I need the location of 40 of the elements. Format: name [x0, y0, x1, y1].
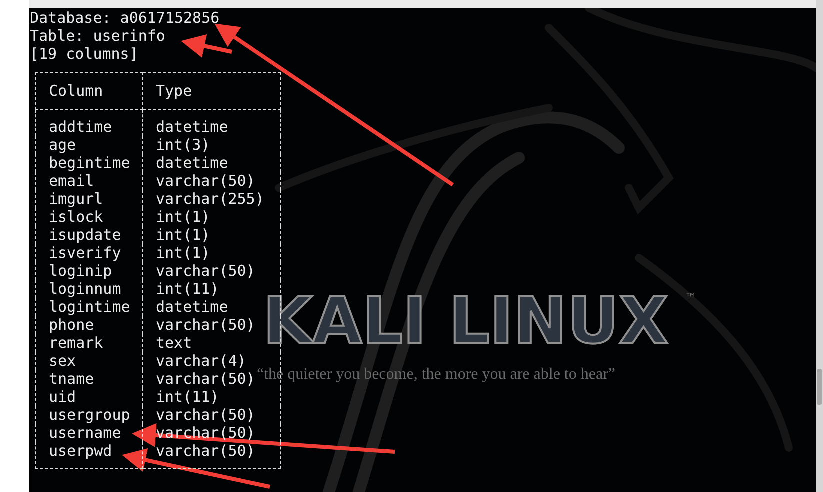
table-cell: int(11): [142, 388, 280, 406]
table-cell: phone: [36, 316, 142, 334]
table-cell: varchar(50): [142, 262, 280, 280]
table-cell: addtime: [36, 110, 142, 136]
table-cell: username: [36, 424, 142, 442]
table-cell: loginnum: [36, 280, 142, 298]
table-cell: int(3): [142, 136, 280, 154]
table-cell: loginip: [36, 262, 142, 280]
table-cell: remark: [36, 334, 142, 352]
column-header: Type: [142, 72, 280, 110]
table-cell: datetime: [142, 110, 280, 136]
table-line: Table: userinfo: [30, 27, 166, 45]
table-cell: isupdate: [36, 226, 142, 244]
table-cell: islock: [36, 208, 142, 226]
table-cell: age: [36, 136, 142, 154]
table-cell: int(1): [142, 226, 280, 244]
table-cell: int(1): [142, 244, 280, 262]
table-cell: varchar(50): [142, 424, 280, 442]
trademark-sign: ™: [685, 291, 697, 305]
table-cell: begintime: [36, 154, 142, 172]
database-line: Database: a0617152856: [30, 9, 220, 27]
table-cell: tname: [36, 370, 142, 388]
scrollbar[interactable]: [816, 0, 823, 492]
table-cell: sex: [36, 352, 142, 370]
table-cell: datetime: [142, 154, 280, 172]
column-header: Column: [36, 72, 142, 110]
table-cell: logintime: [36, 298, 142, 316]
table-cell: userpwd: [36, 442, 142, 468]
table-cell: varchar(50): [142, 406, 280, 424]
table-cell: usergroup: [36, 406, 142, 424]
table-cell: varchar(50): [142, 442, 280, 468]
table-cell: varchar(255): [142, 190, 280, 208]
table-cell: varchar(50): [142, 172, 280, 190]
table-cell: imgurl: [36, 190, 142, 208]
table-cell: isverify: [36, 244, 142, 262]
table-cell: uid: [36, 388, 142, 406]
table-cell: email: [36, 172, 142, 190]
scrollbar-thumb[interactable]: [817, 369, 822, 405]
column-count: [19 columns]: [30, 45, 138, 63]
table-cell: int(1): [142, 208, 280, 226]
